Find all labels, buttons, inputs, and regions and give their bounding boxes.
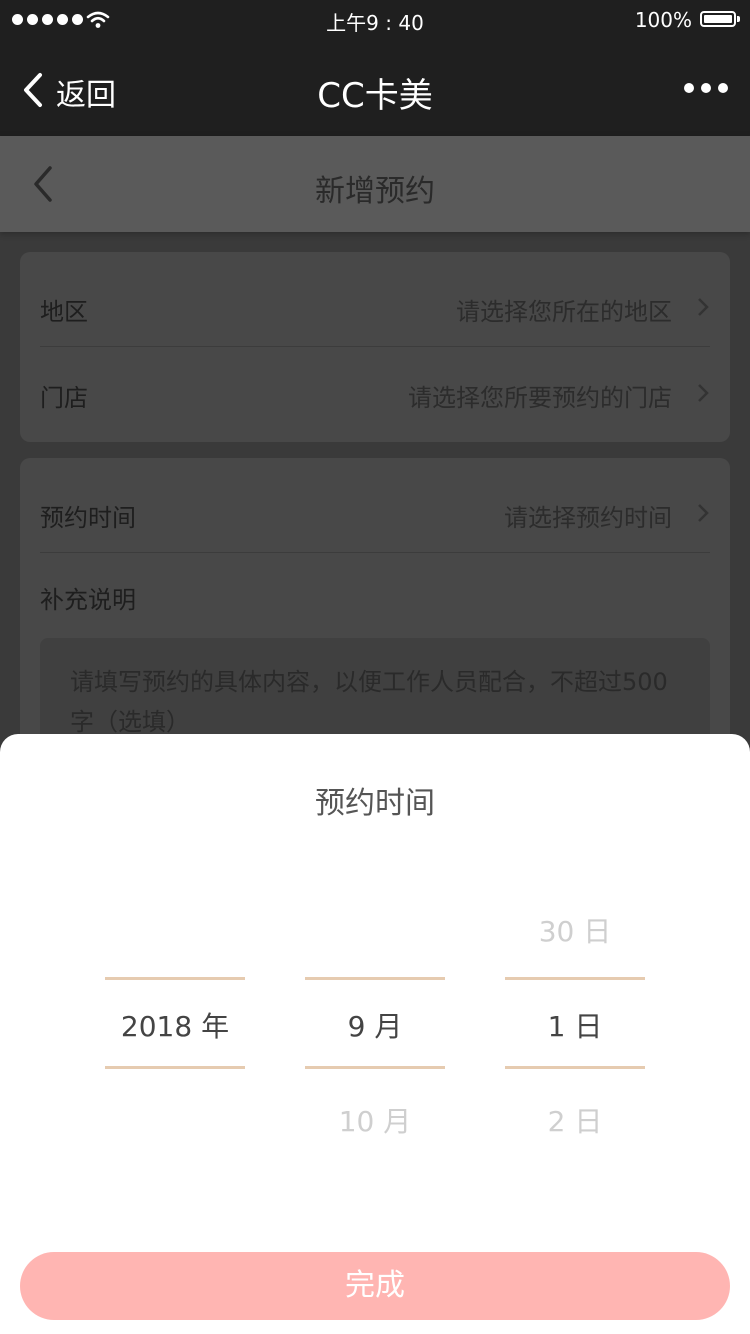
- app-nav-bar: 返回 CC卡美: [0, 40, 750, 136]
- app-title: CC卡美: [317, 76, 433, 116]
- year-column[interactable]: 2018 年: [105, 734, 245, 1334]
- month-option-below[interactable]: 10 月: [305, 1100, 445, 1140]
- status-bar: 上午9 : 40 100%: [0, 0, 750, 40]
- day-option-below[interactable]: 2 日: [505, 1100, 645, 1140]
- done-button[interactable]: 完成: [20, 1252, 730, 1320]
- region-row[interactable]: 地区 请选择您所在的地区: [40, 260, 710, 352]
- store-row[interactable]: 门店 请选择您所要预约的门店: [40, 346, 710, 438]
- note-label: 补充说明: [40, 586, 136, 614]
- day-option-above[interactable]: 30 日: [505, 910, 645, 950]
- note-placeholder: 请填写预约的具体内容，以便工作人员配合，不超过500字（选填）: [70, 668, 668, 736]
- day-option-selected[interactable]: 1 日: [505, 1005, 645, 1045]
- chevron-right-icon: [698, 504, 709, 522]
- day-column[interactable]: 30 日 1 日 2 日: [505, 734, 645, 1334]
- divider: [40, 552, 710, 553]
- region-label: 地区: [40, 298, 88, 326]
- page-header: 新增预约: [0, 136, 750, 232]
- battery-icon: [700, 11, 740, 27]
- location-card: 地区 请选择您所在的地区 门店 请选择您所要预约的门店: [20, 252, 730, 442]
- selection-line-bottom: [105, 1066, 245, 1069]
- region-placeholder: 请选择您所在的地区: [456, 298, 672, 326]
- time-placeholder: 请选择预约时间: [504, 504, 672, 532]
- battery-percent: 100%: [634, 8, 692, 32]
- month-column[interactable]: 9 月 10 月: [305, 734, 445, 1334]
- detail-card: 预约时间 请选择预约时间 补充说明 请填写预约的具体内容，以便工作人员配合，不超…: [20, 458, 730, 778]
- selection-line-bottom: [505, 1066, 645, 1069]
- store-label: 门店: [40, 384, 88, 412]
- time-row[interactable]: 预约时间 请选择预约时间: [40, 466, 710, 558]
- selection-line-bottom: [305, 1066, 445, 1069]
- selection-line-top: [505, 977, 645, 980]
- selection-line-top: [305, 977, 445, 980]
- chevron-right-icon: [698, 298, 709, 316]
- selection-line-top: [105, 977, 245, 980]
- year-option-selected[interactable]: 2018 年: [105, 1005, 245, 1045]
- more-icon[interactable]: [684, 83, 728, 93]
- page-title: 新增预约: [315, 174, 435, 209]
- store-placeholder: 请选择您所要预约的门店: [408, 384, 672, 412]
- chevron-right-icon: [698, 384, 709, 402]
- date-picker-sheet: 预约时间 2018 年 9 月 10 月 30 日 1 日 2 日 完成: [0, 734, 750, 1334]
- time-label: 预约时间: [40, 504, 136, 532]
- month-option-selected[interactable]: 9 月: [305, 1005, 445, 1045]
